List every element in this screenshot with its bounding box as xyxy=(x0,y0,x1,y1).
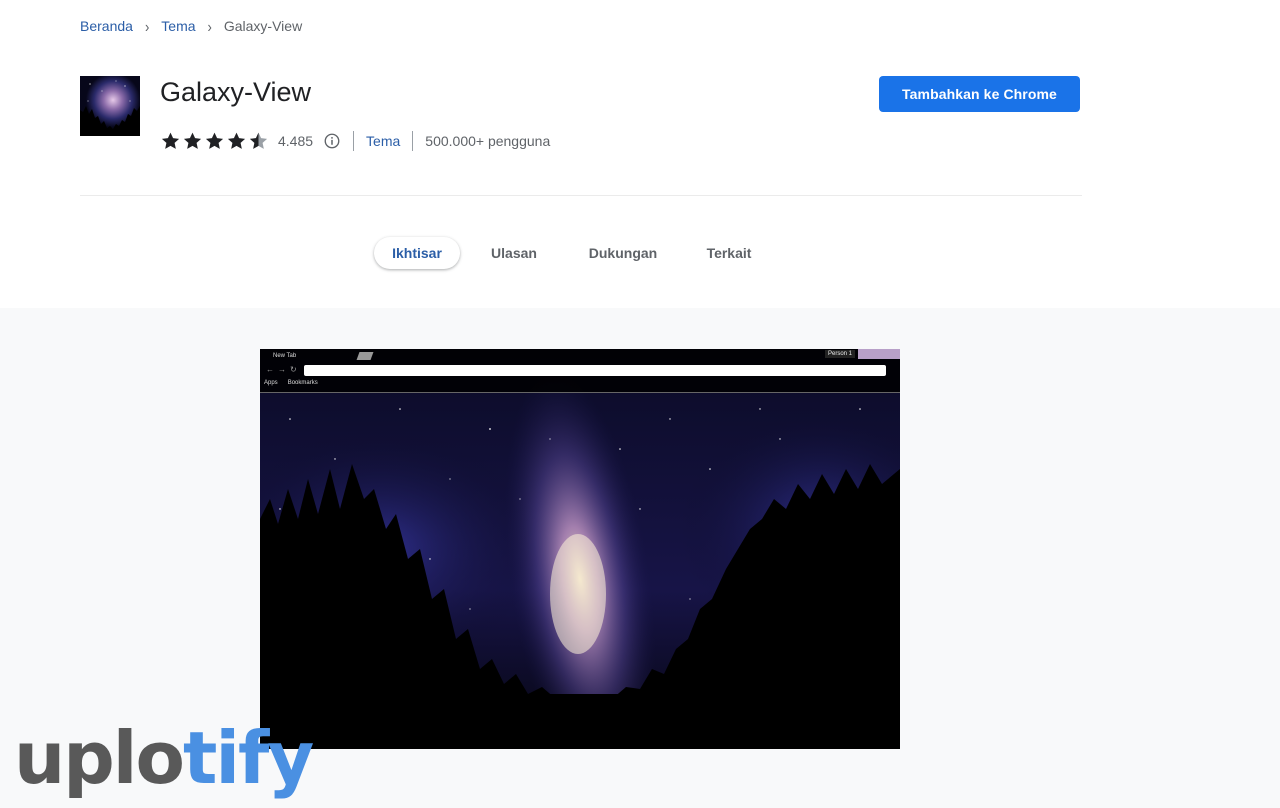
preview-window-controls xyxy=(858,349,900,359)
breadcrumb-home-link[interactable]: Beranda xyxy=(80,18,133,34)
preview-tab: New Tab xyxy=(273,353,297,359)
watermark-logo: uplotify xyxy=(14,722,314,794)
theme-preview-screenshot[interactable]: New Tab Person 1 ←→↻ Apps Bookmarks xyxy=(260,349,900,749)
user-count: 500.000+ pengguna xyxy=(425,133,551,149)
preview-bookmarks-bar: Apps Bookmarks xyxy=(264,380,318,386)
detail-tabs: Ikhtisar Ulasan Dukungan Terkait xyxy=(374,236,772,270)
breadcrumb-category-link[interactable]: Tema xyxy=(161,18,195,34)
tab-support[interactable]: Dukungan xyxy=(568,237,678,269)
chevron-right-icon: › xyxy=(207,17,212,35)
galaxy-thumbnail-icon xyxy=(80,76,140,136)
extension-meta: 4.485 Tema 500.000+ pengguna xyxy=(160,128,550,154)
preview-apps-bookmark: Apps xyxy=(264,380,278,386)
preview-bookmarks-folder: Bookmarks xyxy=(287,380,318,386)
breadcrumb: Beranda › Tema › Galaxy-View xyxy=(80,16,302,36)
tab-overview[interactable]: Ikhtisar xyxy=(374,237,460,269)
meta-divider xyxy=(412,131,414,151)
galaxy-wallpaper-image xyxy=(260,349,900,749)
watermark-part2: tify xyxy=(182,716,314,800)
star-full-icon xyxy=(205,132,224,149)
watermark-part1: uplo xyxy=(14,716,185,800)
extension-title: Galaxy-View xyxy=(160,77,312,107)
info-icon[interactable] xyxy=(323,132,341,150)
breadcrumb-current: Galaxy-View xyxy=(223,18,303,34)
tab-related[interactable]: Terkait xyxy=(686,237,772,269)
rating-count[interactable]: 4.485 xyxy=(278,133,313,149)
meta-divider xyxy=(353,131,355,151)
tab-reviews[interactable]: Ulasan xyxy=(468,237,560,269)
category-link[interactable]: Tema xyxy=(366,133,400,149)
header-divider xyxy=(80,195,1082,196)
extension-icon xyxy=(80,76,140,136)
preview-browser-chrome: New Tab Person 1 ←→↻ Apps Bookmarks xyxy=(260,349,900,393)
star-full-icon xyxy=(161,132,180,149)
star-full-icon xyxy=(227,132,246,149)
preview-nav-icons: ←→↻ xyxy=(266,365,301,374)
star-half-icon xyxy=(249,132,268,149)
add-to-chrome-button[interactable]: Tambahkan ke Chrome xyxy=(879,76,1080,112)
preview-profile: Person 1 xyxy=(825,350,856,358)
chevron-right-icon: › xyxy=(144,17,150,35)
star-full-icon xyxy=(183,132,202,149)
preview-omnibox xyxy=(304,365,886,376)
preview-new-tab-button xyxy=(356,352,374,360)
star-rating xyxy=(160,131,270,151)
